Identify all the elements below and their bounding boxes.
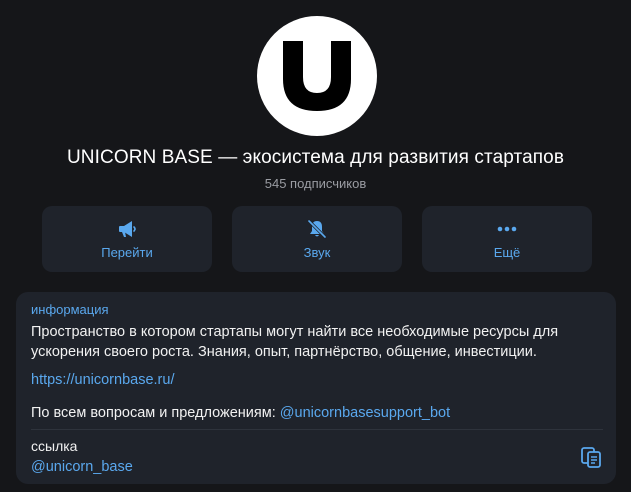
divider [31,429,603,430]
more-dots-icon [496,218,518,240]
info-label: информация [31,302,109,317]
channel-username-link[interactable]: @unicorn_base [31,459,133,475]
subscriber-count: 545 подписчиков [264,176,367,191]
unicorn-logo-icon [283,41,351,111]
sound-button[interactable]: Звук [232,206,402,272]
go-button-label: Перейти [101,245,153,260]
more-button-label: Ещё [493,245,521,260]
sound-button-label: Звук [303,245,331,260]
channel-title: UNICORN BASE — экосистема для развития с… [66,147,565,168]
link-label: ссылка [31,438,78,454]
megaphone-icon [116,218,138,240]
more-button[interactable]: Ещё [422,206,592,272]
contact-line: По всем вопросам и предложениям: @unicor… [31,405,450,421]
info-card: информация Пространство в котором старта… [16,292,616,484]
channel-profile: UNICORN BASE — экосистема для развития с… [0,0,631,492]
avatar[interactable] [257,16,377,136]
go-button[interactable]: Перейти [42,206,212,272]
channel-description: Пространство в котором стартапы могут на… [31,324,559,360]
support-bot-link[interactable]: @unicornbasesupport_bot [280,405,450,421]
bell-muted-icon [306,218,328,240]
website-link[interactable]: https://unicornbase.ru/ [31,372,174,388]
action-bar: Перейти Звук Ещё [42,206,592,272]
copy-icon[interactable] [578,444,604,470]
contact-prefix: По всем вопросам и предложениям: [31,405,280,421]
